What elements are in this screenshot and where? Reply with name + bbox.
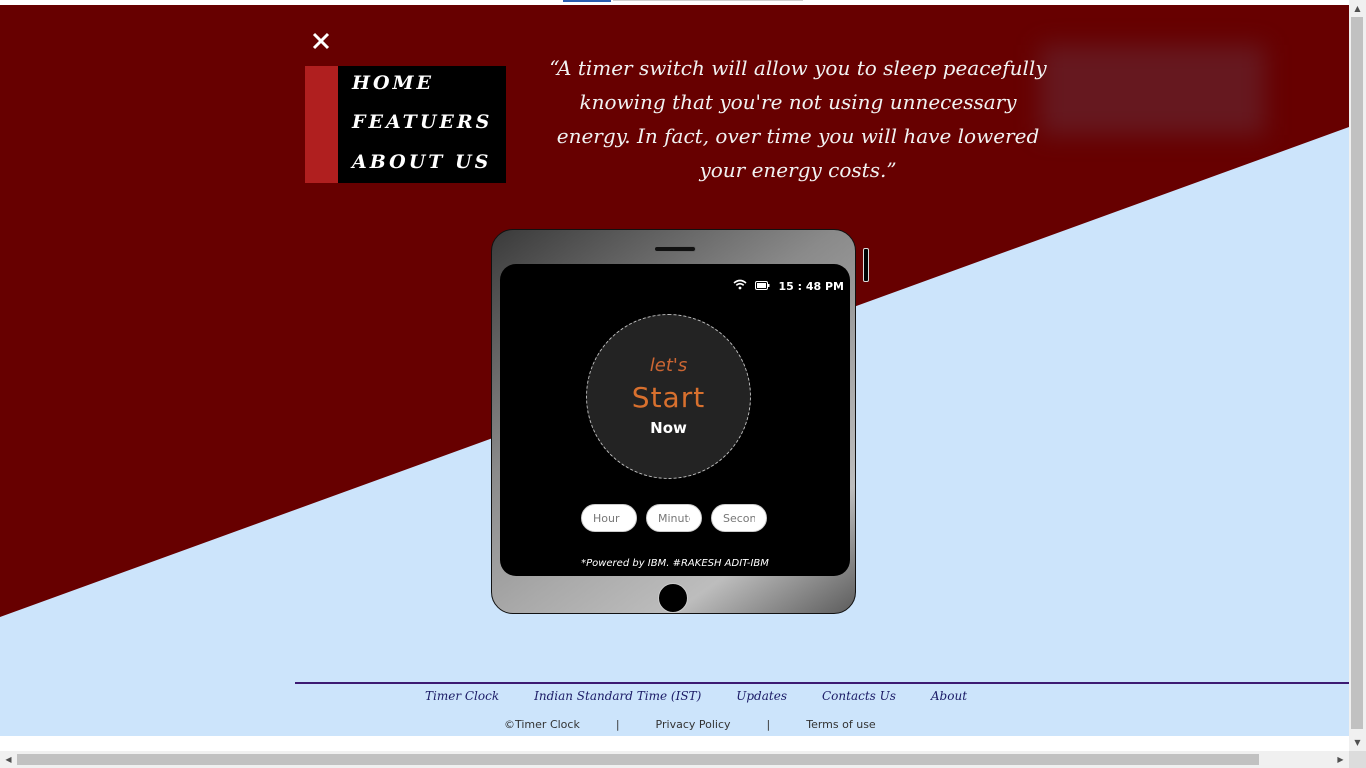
footer-separator: | [615,718,620,731]
nav-item-about-us[interactable]: ABOUT US [352,151,491,173]
quote-shadow-decoration [1040,45,1265,135]
start-dial[interactable]: let's Start Now [586,314,751,479]
status-time: 15 : 48 PM [778,279,844,293]
footer-link-updates[interactable]: Updates [736,689,787,703]
scroll-down-arrow-icon[interactable]: ▼ [1349,734,1366,751]
footer-link-about[interactable]: About [931,689,967,703]
page-stage: HOME FEATUERS ABOUT US “A timer switch w… [0,5,1349,736]
side-nav-menu: HOME FEATUERS ABOUT US [338,66,506,183]
footer-link-timer-clock[interactable]: Timer Clock [425,689,499,703]
horizontal-scrollbar[interactable]: ◀ ▶ [0,751,1349,768]
phone-home-button[interactable] [658,583,688,613]
vertical-scroll-thumb[interactable] [1351,17,1363,729]
dial-start-text: Start [631,381,706,414]
active-tab-indicator [563,0,611,2]
footer-nav: Timer Clock Indian Standard Time (IST) U… [425,689,967,703]
tab-bar-line [613,0,803,1]
dial-now-text: Now [650,419,687,437]
nav-item-home[interactable]: HOME [352,72,434,94]
phone-mockup: 15 : 48 PM let's Start Now *Powered by I… [491,229,869,614]
footer-link-ist[interactable]: Indian Standard Time (IST) [534,689,701,703]
wifi-icon [733,279,747,293]
nav-accent-bar [305,66,338,183]
dial-lets-text: let's [649,355,688,376]
hero-quote: “A timer switch will allow you to sleep … [549,56,1047,182]
nav-item-features[interactable]: FEATUERS [352,111,492,133]
footer-link-contacts[interactable]: Contacts Us [822,689,896,703]
phone-screen: 15 : 48 PM let's Start Now *Powered by I… [500,264,850,576]
phone-speaker [654,246,696,252]
privacy-policy-link[interactable]: Privacy Policy [656,718,731,731]
scroll-up-arrow-icon[interactable]: ▲ [1349,0,1366,17]
horizontal-scroll-thumb[interactable] [17,754,1259,765]
second-input[interactable] [711,504,767,532]
minute-input[interactable] [646,504,702,532]
hour-input[interactable] [581,504,637,532]
scroll-right-arrow-icon[interactable]: ▶ [1332,751,1349,768]
battery-icon [755,280,770,293]
footer-legal: ©Timer Clock | Privacy Policy | Terms of… [504,718,876,731]
terms-of-use-link[interactable]: Terms of use [806,718,875,731]
vertical-scrollbar[interactable]: ▲ ▼ [1349,0,1366,751]
powered-by-text: *Powered by IBM. #RAKESH ADIT-IBM [581,558,769,569]
phone-side-button [863,248,869,282]
footer-separator: | [766,718,771,731]
close-icon[interactable] [309,29,333,53]
scrollbar-corner [1349,751,1366,768]
time-inputs [581,504,767,532]
status-bar: 15 : 48 PM [733,279,844,293]
copyright-text: ©Timer Clock [504,718,580,731]
scroll-left-arrow-icon[interactable]: ◀ [0,751,17,768]
footer-divider [295,682,1349,684]
